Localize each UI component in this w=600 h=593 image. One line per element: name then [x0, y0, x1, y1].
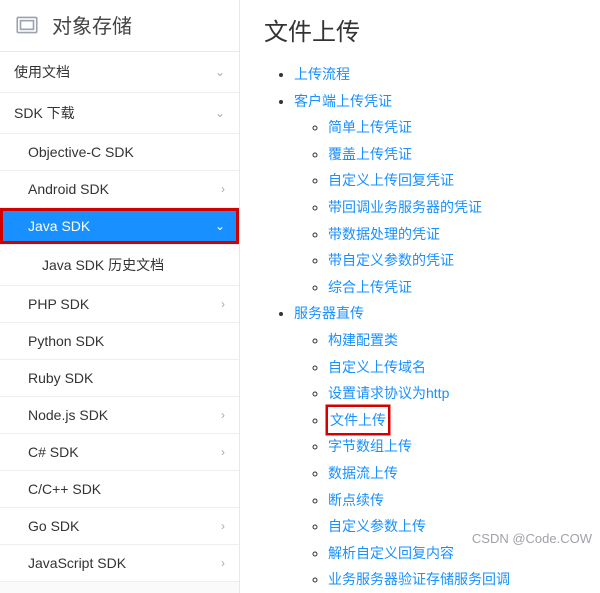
- toc-link[interactable]: 带数据处理的凭证: [328, 226, 440, 242]
- sidebar-item-label: Java SDK 历史文档: [42, 255, 164, 275]
- sidebar-item-label: Java SDK: [28, 218, 90, 234]
- toc-link[interactable]: 简单上传凭证: [328, 119, 412, 135]
- chev-down-icon: ⌄: [215, 106, 225, 120]
- toc-item: 自定义上传回复凭证: [328, 167, 600, 194]
- toc-item: 服务器直传构建配置类自定义上传域名设置请求协议为http 文件上传字节数组上传数据…: [294, 300, 600, 593]
- sidebar-item-1[interactable]: SDK 下载 ⌄: [0, 93, 239, 134]
- sidebar-item-label: PHP SDK: [28, 296, 89, 312]
- toc-link[interactable]: 覆盖上传凭证: [328, 146, 412, 162]
- sidebar-item-7[interactable]: Python SDK: [0, 323, 239, 360]
- toc-item: 自定义参数上传: [328, 513, 600, 540]
- toc-link[interactable]: 自定义上传回复凭证: [328, 172, 454, 188]
- chev-right-icon: ›: [221, 445, 225, 459]
- toc-link[interactable]: 解析自定义回复内容: [328, 545, 454, 561]
- toc-link[interactable]: 服务器直传: [294, 305, 364, 321]
- toc-link[interactable]: 设置请求协议为http: [328, 385, 449, 401]
- toc-sublist: 构建配置类自定义上传域名设置请求协议为http 文件上传字节数组上传数据流上传断点…: [294, 327, 600, 593]
- chev-down-icon: ⌄: [215, 219, 225, 233]
- toc-item: 解析自定义回复内容: [328, 540, 600, 567]
- storage-icon: [14, 12, 40, 38]
- sidebar-item-8[interactable]: Ruby SDK: [0, 360, 239, 397]
- sidebar-item-label: Go SDK: [28, 518, 79, 534]
- toc-item: 带数据处理的凭证: [328, 221, 600, 248]
- chev-right-icon: ›: [221, 297, 225, 311]
- sidebar-menu: 使用文档⌄SDK 下载⌄Objective-C SDKAndroid SDK›J…: [0, 52, 239, 582]
- toc-item: 带回调业务服务器的凭证: [328, 194, 600, 221]
- toc-list: 上传流程客户端上传凭证简单上传凭证覆盖上传凭证自定义上传回复凭证带回调业务服务器…: [264, 61, 600, 593]
- toc-item: 断点续传: [328, 487, 600, 514]
- toc-item: 综合上传凭证: [328, 274, 600, 301]
- toc-item: 业务服务器验证存储服务回调: [328, 566, 600, 593]
- sidebar-item-label: Ruby SDK: [28, 370, 93, 386]
- sidebar-item-9[interactable]: Node.js SDK ›: [0, 397, 239, 434]
- toc-item: 数据流上传: [328, 460, 600, 487]
- sidebar-item-label: C/C++ SDK: [28, 481, 101, 497]
- content-area: 文件上传 上传流程客户端上传凭证简单上传凭证覆盖上传凭证自定义上传回复凭证带回调…: [240, 0, 600, 593]
- sidebar-item-0[interactable]: 使用文档 ⌄: [0, 52, 239, 93]
- toc-item: 文件上传: [328, 407, 600, 434]
- sidebar-item-6[interactable]: PHP SDK ›: [0, 286, 239, 323]
- chev-right-icon: ›: [221, 408, 225, 422]
- sidebar-item-5[interactable]: Java SDK 历史文档: [0, 245, 239, 286]
- toc-link[interactable]: 业务服务器验证存储服务回调: [328, 571, 510, 587]
- toc-link[interactable]: 带自定义参数的凭证: [328, 252, 454, 268]
- chev-right-icon: ›: [221, 519, 225, 533]
- chev-right-icon: ›: [221, 556, 225, 570]
- sidebar-item-label: Objective-C SDK: [28, 144, 134, 160]
- sidebar-title-row: 对象存储: [0, 0, 239, 52]
- toc-item: 字节数组上传: [328, 433, 600, 460]
- toc-link[interactable]: 自定义上传域名: [328, 359, 426, 375]
- sidebar-item-label: C# SDK: [28, 444, 79, 460]
- sidebar-item-13[interactable]: JavaScript SDK ›: [0, 545, 239, 582]
- toc-link[interactable]: 文件上传: [330, 412, 386, 428]
- toc-item: 简单上传凭证: [328, 114, 600, 141]
- sidebar-item-3[interactable]: Android SDK ›: [0, 171, 239, 208]
- toc-item: 构建配置类: [328, 327, 600, 354]
- toc-item: 客户端上传凭证简单上传凭证覆盖上传凭证自定义上传回复凭证带回调业务服务器的凭证带…: [294, 88, 600, 301]
- toc-link[interactable]: 客户端上传凭证: [294, 93, 392, 109]
- chev-down-icon: ⌄: [215, 65, 225, 79]
- chev-right-icon: ›: [221, 182, 225, 196]
- toc-item: 覆盖上传凭证: [328, 141, 600, 168]
- toc-link[interactable]: 断点续传: [328, 492, 384, 508]
- toc-link[interactable]: 带回调业务服务器的凭证: [328, 199, 482, 215]
- toc-item: 上传流程: [294, 61, 600, 88]
- sidebar-item-label: Node.js SDK: [28, 407, 108, 423]
- sidebar-item-10[interactable]: C# SDK ›: [0, 434, 239, 471]
- highlight-box: 文件上传: [328, 407, 388, 434]
- toc-link[interactable]: 数据流上传: [328, 465, 398, 481]
- sidebar-item-11[interactable]: C/C++ SDK: [0, 471, 239, 508]
- toc-item: 带自定义参数的凭证: [328, 247, 600, 274]
- sidebar-title: 对象存储: [52, 10, 132, 39]
- sidebar-item-label: 使用文档: [14, 62, 70, 82]
- sidebar: 对象存储 使用文档 ⌄ SDK 下载 ⌄ Objective-C SDK Android …: [0, 0, 240, 593]
- toc-link[interactable]: 上传流程: [294, 66, 350, 82]
- toc-link[interactable]: 字节数组上传: [328, 438, 412, 454]
- toc-item: 设置请求协议为http: [328, 380, 600, 407]
- sidebar-item-label: Android SDK: [28, 181, 109, 197]
- toc-item: 自定义上传域名: [328, 354, 600, 381]
- sidebar-item-2[interactable]: Objective-C SDK: [0, 134, 239, 171]
- toc-link[interactable]: 自定义参数上传: [328, 518, 426, 534]
- page-heading: 文件上传: [264, 12, 600, 47]
- toc-link[interactable]: 构建配置类: [328, 332, 398, 348]
- toc-link[interactable]: 综合上传凭证: [328, 279, 412, 295]
- sidebar-item-label: SDK 下载: [14, 103, 75, 123]
- sidebar-item-label: Python SDK: [28, 333, 104, 349]
- sidebar-item-label: JavaScript SDK: [28, 555, 126, 571]
- sidebar-item-12[interactable]: Go SDK ›: [0, 508, 239, 545]
- toc-sublist: 简单上传凭证覆盖上传凭证自定义上传回复凭证带回调业务服务器的凭证带数据处理的凭证…: [294, 114, 600, 300]
- sidebar-item-4[interactable]: Java SDK ⌄: [0, 208, 239, 245]
